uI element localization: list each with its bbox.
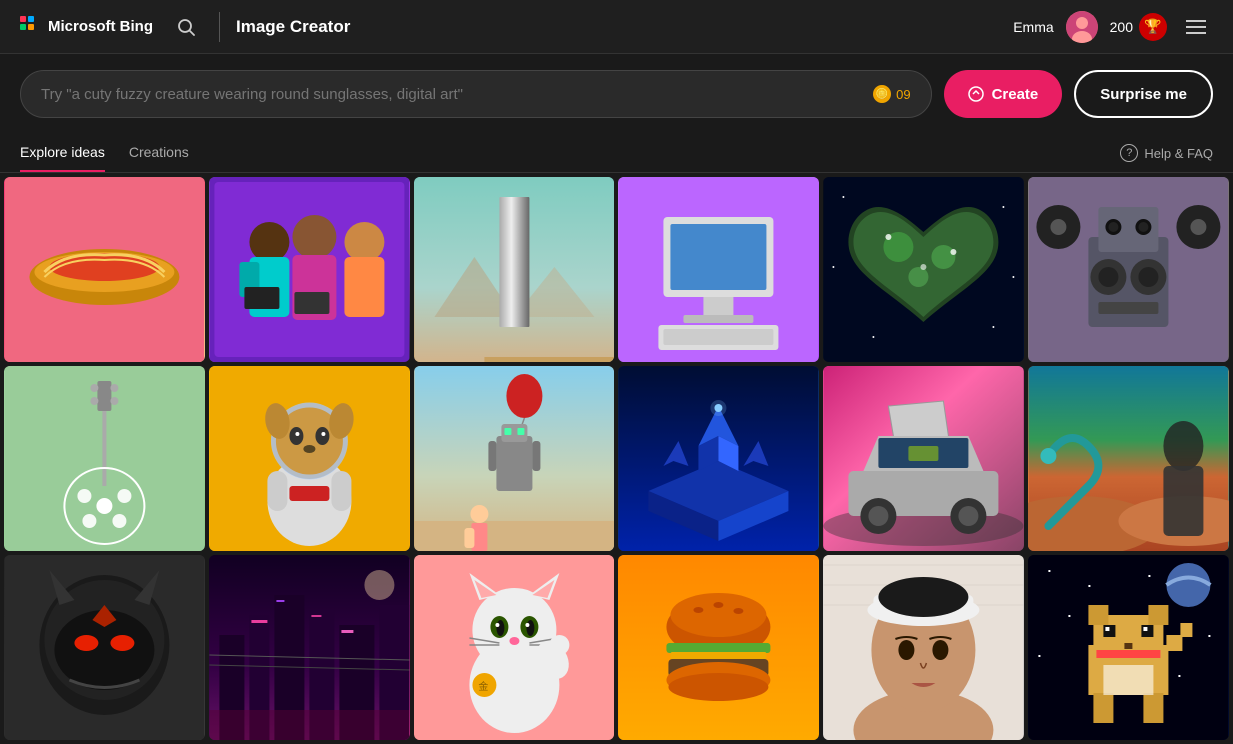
tab-explore-ideas[interactable]: Explore ideas [20, 134, 105, 172]
user-name: Emma [1013, 19, 1053, 35]
search-input[interactable] [41, 86, 873, 103]
robot-boombox-image [1028, 177, 1229, 362]
grid-item-city[interactable] [618, 366, 819, 551]
burger-image [618, 555, 819, 740]
help-label: Help & FAQ [1144, 146, 1213, 161]
help-icon: ? [1120, 144, 1138, 162]
image-grid: 金 [0, 173, 1233, 744]
hamburger-icon [1186, 20, 1206, 34]
delorean-image [823, 366, 1024, 551]
grid-item-portrait[interactable] [823, 555, 1024, 740]
grid-item-desert-figure[interactable] [1028, 366, 1229, 551]
header-right: Emma 200 🏆 [1013, 10, 1213, 44]
coin-number: 200 [1110, 19, 1133, 35]
grid-item-robot-boombox[interactable] [1028, 177, 1229, 362]
robot-balloon-image [414, 366, 615, 551]
tabs-row: Explore ideas Creations ? Help & FAQ [0, 134, 1233, 173]
doge-image [209, 366, 410, 551]
grid-item-robot-balloon[interactable] [414, 366, 615, 551]
search-bar-section: 🪙 09 Create Surprise me [0, 54, 1233, 134]
dark-helmet-image [4, 555, 205, 740]
girls-image [209, 177, 410, 362]
svg-text:金: 金 [478, 680, 488, 693]
portrait-image [823, 555, 1024, 740]
create-icon [968, 86, 984, 102]
grid-item-delorean[interactable] [823, 366, 1024, 551]
coin-small-icon: 🪙 [873, 85, 891, 103]
search-input-wrap[interactable]: 🪙 09 [20, 70, 932, 118]
tab-creations[interactable]: Creations [129, 134, 189, 172]
city-image [618, 366, 819, 551]
grid-item-pixel-dog[interactable] [1028, 555, 1229, 740]
create-button[interactable]: Create [944, 70, 1063, 118]
grid-item-girls[interactable] [209, 177, 410, 362]
computer-image [618, 177, 819, 362]
grid-item-earth-heart[interactable] [823, 177, 1024, 362]
grid-item-dark-helmet[interactable] [4, 555, 205, 740]
bing-brand-text: Microsoft Bing [48, 18, 153, 35]
header-divider [219, 12, 220, 42]
avatar[interactable] [1066, 11, 1098, 43]
guitar-flower-image [4, 366, 205, 551]
search-icon [177, 18, 195, 36]
page-title: Image Creator [236, 17, 1013, 37]
desert-figure-image [1028, 366, 1229, 551]
grid-item-neon-city[interactable] [209, 555, 410, 740]
neon-city-image [209, 555, 410, 740]
grid-item-doge[interactable] [209, 366, 410, 551]
pixel-dog-image [1028, 555, 1229, 740]
surprise-button[interactable]: Surprise me [1074, 70, 1213, 118]
monolith-image [414, 177, 615, 362]
create-label: Create [992, 86, 1039, 103]
bing-logo-icon [20, 16, 42, 38]
coin-count: 200 🏆 [1110, 13, 1167, 41]
coin-small: 🪙 09 [873, 85, 910, 103]
bing-logo[interactable]: Microsoft Bing [20, 16, 153, 38]
grid-item-burger[interactable] [618, 555, 819, 740]
coin-small-label: 09 [896, 87, 910, 102]
earth-heart-image [823, 177, 1024, 362]
grid-item-lucky-cat[interactable]: 金 [414, 555, 615, 740]
search-icon-button[interactable] [169, 10, 203, 44]
lucky-cat-image: 金 [414, 555, 615, 740]
help-link[interactable]: ? Help & FAQ [1120, 144, 1213, 162]
grid-item-guitar-flower[interactable] [4, 366, 205, 551]
header: Microsoft Bing Image Creator Emma 200 🏆 [0, 0, 1233, 54]
grid-item-monolith[interactable] [414, 177, 615, 362]
hotdog-image [4, 177, 205, 362]
reward-icon[interactable]: 🏆 [1139, 13, 1167, 41]
menu-button[interactable] [1179, 10, 1213, 44]
grid-item-computer[interactable] [618, 177, 819, 362]
grid-item-hotdog[interactable] [4, 177, 205, 362]
